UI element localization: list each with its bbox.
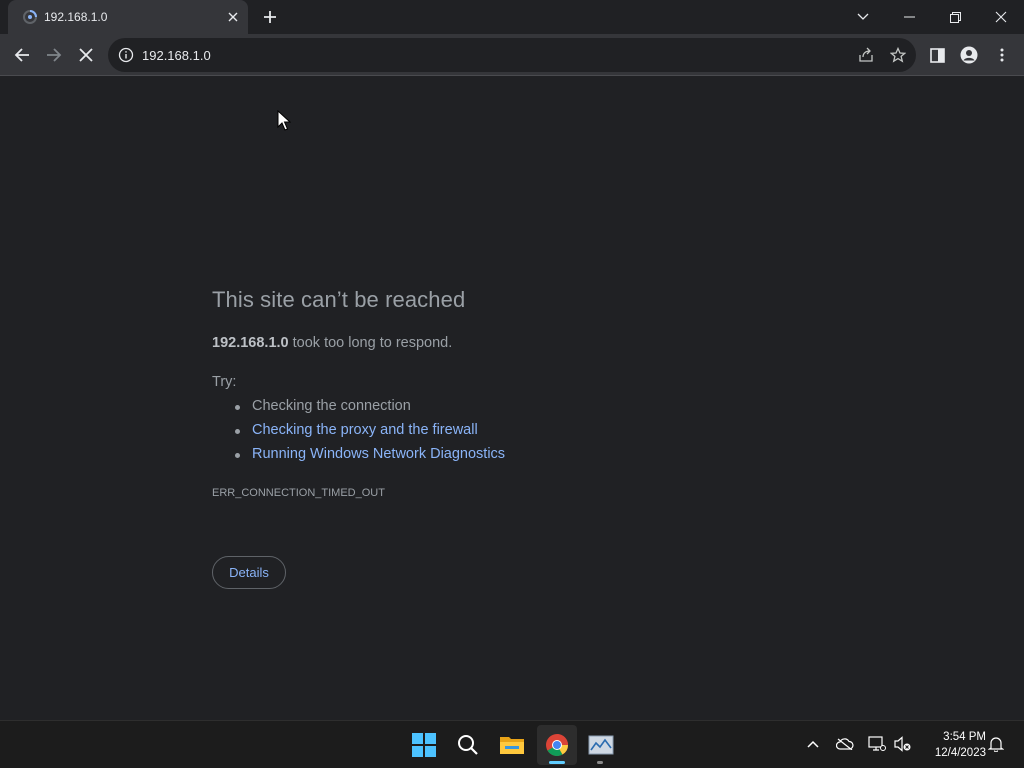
search-button[interactable]	[448, 725, 488, 765]
search-icon	[458, 735, 478, 755]
suggestion-network-diagnostics-link[interactable]: Running Windows Network Diagnostics	[234, 446, 505, 470]
network-button[interactable]	[866, 733, 888, 755]
show-hidden-icons-button[interactable]	[802, 733, 824, 755]
bookmark-button[interactable]	[887, 44, 909, 66]
browser-titlebar: 192.168.1.0	[0, 0, 1024, 34]
volume-button[interactable]	[892, 733, 914, 755]
start-button[interactable]	[404, 725, 444, 765]
back-button[interactable]	[7, 40, 37, 70]
menu-button[interactable]	[987, 40, 1017, 70]
onedrive-button[interactable]	[834, 733, 856, 755]
mouse-cursor-icon	[277, 110, 291, 131]
active-app-indicator	[549, 761, 565, 764]
close-icon	[995, 11, 1007, 23]
info-icon[interactable]	[118, 47, 134, 63]
onedrive-offline-icon	[836, 738, 854, 750]
forward-button[interactable]	[39, 40, 69, 70]
error-description: 192.168.1.0 took too long to respond.	[212, 335, 452, 351]
close-window-button[interactable]	[978, 0, 1024, 34]
network-monitor-icon	[588, 735, 614, 755]
error-code: ERR_CONNECTION_TIMED_OUT	[212, 487, 385, 499]
restore-button[interactable]	[932, 0, 978, 34]
clock-time: 3:54 PM	[943, 731, 986, 743]
minimize-button[interactable]	[886, 0, 932, 34]
tab-title: 192.168.1.0	[44, 10, 108, 24]
back-arrow-icon	[14, 48, 29, 62]
show-hidden-icons-chevron	[807, 740, 819, 748]
details-button[interactable]: Details	[212, 556, 286, 589]
profile-icon	[960, 46, 978, 64]
file-explorer-button[interactable]	[492, 725, 532, 765]
try-label: Try:	[212, 374, 237, 390]
star-icon	[890, 47, 906, 63]
side-panel-icon	[929, 47, 945, 63]
file-explorer-icon	[500, 737, 524, 754]
tab-close-button[interactable]	[224, 8, 242, 26]
minimize-icon	[903, 16, 915, 18]
tab-search-button[interactable]	[840, 0, 886, 34]
close-icon	[228, 12, 238, 22]
share-button[interactable]	[855, 44, 877, 66]
browser-toolbar: 192.168.1.0	[0, 34, 1024, 76]
error-host: 192.168.1.0	[212, 335, 289, 351]
taskbar-clock[interactable]: 3:54 PM 12/4/2023	[916, 729, 986, 761]
suggestion-check-connection: Checking the connection	[234, 398, 505, 422]
profile-button[interactable]	[954, 40, 984, 70]
more-vert-icon	[1000, 48, 1004, 62]
volume-muted-icon	[894, 736, 911, 752]
side-panel-button[interactable]	[922, 40, 952, 70]
clock-date: 12/4/2023	[934, 747, 986, 759]
suggestion-check-proxy-firewall-link[interactable]: Checking the proxy and the firewall	[234, 422, 505, 446]
network-monitor-button[interactable]	[581, 725, 621, 765]
address-bar-url[interactable]: 192.168.1.0	[142, 48, 211, 63]
stop-icon	[79, 48, 93, 62]
open-app-indicator	[597, 761, 603, 764]
new-tab-button[interactable]	[258, 5, 282, 29]
windows-taskbar: 3:54 PM 12/4/2023	[0, 720, 1024, 768]
windows-start-icon	[412, 733, 436, 757]
restore-icon	[949, 11, 961, 23]
browser-tab[interactable]: 192.168.1.0	[8, 0, 248, 34]
network-icon	[868, 736, 886, 751]
share-icon	[859, 47, 873, 62]
plus-icon	[264, 11, 276, 23]
notifications-button[interactable]	[985, 733, 1007, 755]
chrome-taskbar-button[interactable]	[537, 725, 577, 765]
loading-spinner-icon	[23, 10, 37, 24]
tab-search-chevron-icon	[857, 13, 869, 20]
error-title: This site can’t be reached	[212, 287, 466, 312]
address-bar[interactable]: 192.168.1.0	[108, 38, 916, 72]
error-message: took too long to respond.	[288, 335, 453, 351]
forward-arrow-icon	[47, 48, 62, 62]
chrome-icon	[546, 734, 568, 756]
page-content: This site can’t be reached 192.168.1.0 t…	[0, 77, 1024, 720]
notifications-bell-icon	[988, 737, 1004, 752]
stop-button[interactable]	[71, 40, 101, 70]
suggestions-list: Checking the connection Checking the pro…	[234, 398, 505, 470]
